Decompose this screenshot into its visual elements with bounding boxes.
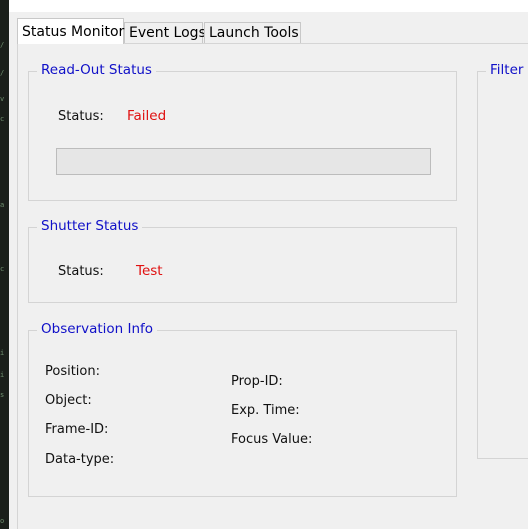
- position-label: Position:: [45, 364, 100, 379]
- frame-id-label: Frame-ID:: [45, 422, 109, 437]
- tab-bar: Status Monitor Event Logs Launch Tools: [9, 18, 528, 44]
- shutter-status-group: Shutter Status Status: Test: [28, 218, 457, 303]
- focus-value-label: Focus Value:: [231, 432, 313, 447]
- readout-status-label: Status:: [58, 109, 104, 124]
- data-type-label: Data-type:: [45, 452, 115, 467]
- shutter-status-label: Status:: [58, 264, 104, 279]
- tab-status-monitor[interactable]: Status Monitor: [17, 18, 124, 44]
- main-window: Status Monitor Event Logs Launch Tools R…: [9, 0, 528, 529]
- background-terminal: / / v c a c i i s o: [0, 0, 9, 529]
- tab-event-logs[interactable]: Event Logs: [124, 22, 206, 43]
- readout-status-group: Read-Out Status Status: Failed: [28, 62, 457, 201]
- exp-time-label: Exp. Time:: [231, 403, 300, 418]
- readout-status-value: Failed: [127, 108, 167, 124]
- shutter-status-title: Shutter Status: [37, 218, 143, 234]
- observation-info-title: Observation Info: [37, 321, 158, 337]
- observation-info-group: Observation Info Position: Object: Frame…: [28, 321, 457, 497]
- filter-status-title: Filter S: [486, 62, 528, 78]
- object-label: Object:: [45, 393, 92, 408]
- readout-status-title: Read-Out Status: [37, 62, 156, 78]
- tab-launch-tools[interactable]: Launch Tools: [204, 22, 301, 43]
- filter-status-group: Filter S: [477, 62, 528, 459]
- status-monitor-panel: Read-Out Status Status: Failed Shutter S…: [17, 43, 528, 529]
- shutter-status-value: Test: [136, 263, 163, 279]
- prop-id-label: Prop-ID:: [231, 374, 283, 389]
- readout-progress-bar: [56, 148, 431, 175]
- window-titlebar: [9, 0, 528, 12]
